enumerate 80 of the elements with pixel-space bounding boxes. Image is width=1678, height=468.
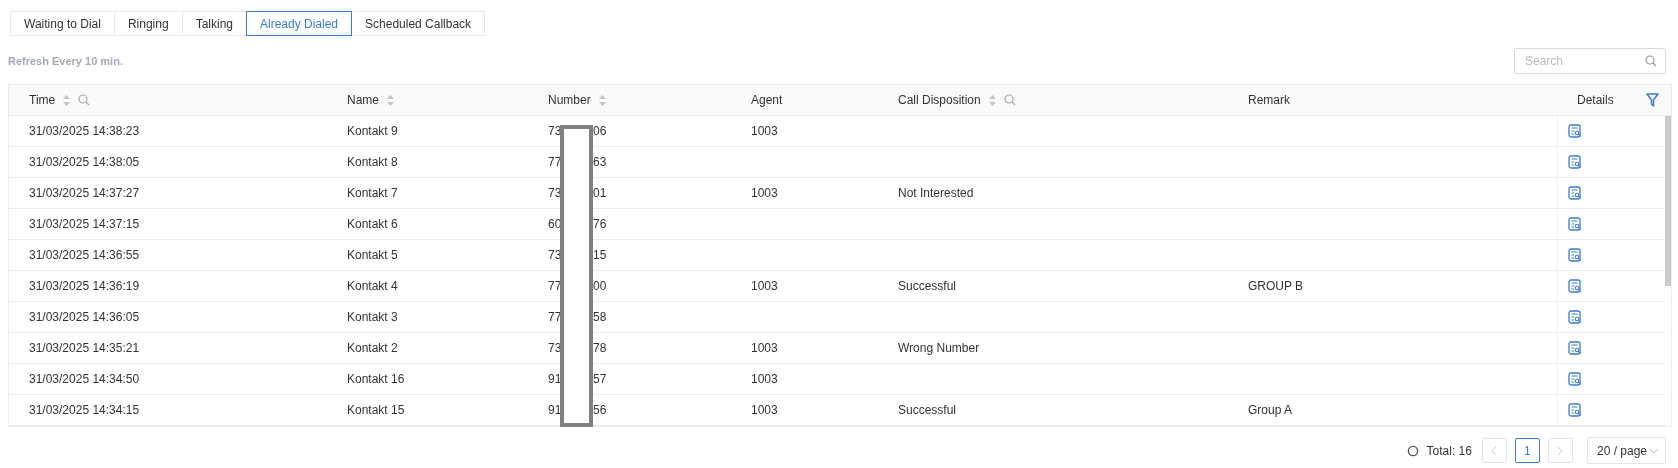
details-icon[interactable] bbox=[1568, 403, 1582, 417]
table-cell: Kontakt 2 bbox=[347, 341, 398, 355]
table-cell: 1003 bbox=[751, 279, 778, 293]
table-cell: 00 bbox=[593, 279, 607, 293]
caret-icon bbox=[1649, 447, 1659, 454]
table-cell: 06 bbox=[593, 124, 607, 138]
column-header: Time bbox=[29, 93, 56, 107]
table-cell: Wrong Number bbox=[898, 341, 980, 355]
table-cell: 31/03/2025 14:36:19 bbox=[29, 279, 140, 293]
table-cell: 31/03/2025 14:34:50 bbox=[29, 372, 140, 386]
table-cell: 56 bbox=[593, 403, 607, 417]
details-icon[interactable] bbox=[1568, 217, 1582, 231]
table-cell: Kontakt 16 bbox=[347, 372, 405, 386]
table-cell: 31/03/2025 14:36:55 bbox=[29, 248, 140, 262]
filter-icon[interactable] bbox=[1646, 93, 1659, 107]
table-cell: 31/03/2025 14:38:05 bbox=[29, 155, 140, 169]
search-field[interactable]: Search bbox=[1514, 48, 1666, 74]
details-icon[interactable] bbox=[1568, 248, 1582, 262]
table-cell: Not Interested bbox=[898, 186, 974, 200]
table-cell: Kontakt 3 bbox=[347, 310, 398, 324]
table-cell: 1003 bbox=[751, 341, 778, 355]
details-icon[interactable] bbox=[1568, 124, 1582, 138]
column-header: Agent bbox=[751, 93, 783, 107]
table-cell: 31/03/2025 14:37:15 bbox=[29, 217, 140, 231]
details-icon[interactable] bbox=[1568, 310, 1582, 324]
details-icon[interactable] bbox=[1568, 279, 1582, 293]
table-cell: 31/03/2025 14:36:05 bbox=[29, 310, 140, 324]
table-cell: Successful bbox=[898, 279, 957, 293]
total-count: Total: 16 bbox=[1426, 443, 1472, 458]
chevron-left-icon bbox=[1491, 445, 1498, 456]
search-icon[interactable] bbox=[78, 94, 91, 106]
column-header: Number bbox=[548, 93, 591, 107]
table-cell: 31/03/2025 14:34:15 bbox=[29, 403, 140, 417]
table-cell: Kontakt 9 bbox=[347, 124, 398, 138]
tab[interactable]: Scheduled Callback bbox=[351, 11, 486, 36]
tab[interactable]: Talking bbox=[181, 11, 247, 36]
table-cell: Kontakt 6 bbox=[347, 217, 398, 231]
table-cell: 1003 bbox=[751, 372, 778, 386]
table-cell: 15 bbox=[593, 248, 607, 262]
table-cell: Successful bbox=[898, 403, 957, 417]
table-cell: 91 bbox=[548, 403, 562, 417]
table-cell: Kontakt 5 bbox=[347, 248, 398, 262]
scrollbar[interactable] bbox=[1665, 116, 1671, 286]
search-icon[interactable] bbox=[1003, 94, 1016, 106]
table-cell: 31/03/2025 14:38:23 bbox=[29, 124, 140, 138]
details-icon[interactable] bbox=[1568, 341, 1582, 355]
table-cell: 63 bbox=[593, 155, 607, 169]
tab[interactable]: Ringing bbox=[113, 11, 183, 36]
table-cell: 57 bbox=[593, 372, 607, 386]
table-cell: Kontakt 8 bbox=[347, 155, 398, 169]
page-button[interactable]: 1 bbox=[1514, 438, 1540, 463]
table-cell: Kontakt 7 bbox=[347, 186, 398, 200]
details-icon[interactable] bbox=[1568, 186, 1582, 200]
column-header: Remark bbox=[1248, 93, 1290, 107]
table-cell: Kontakt 4 bbox=[347, 279, 398, 293]
search-icon bbox=[1645, 55, 1657, 67]
table-cell: 1003 bbox=[751, 403, 778, 417]
table-cell: 58 bbox=[593, 310, 607, 324]
column-header: Details bbox=[1577, 93, 1614, 107]
column-header: Call Disposition bbox=[898, 93, 981, 107]
chevron-right-icon bbox=[1557, 445, 1564, 456]
tab[interactable]: Waiting to Dial bbox=[10, 11, 115, 36]
table-cell: 31/03/2025 14:37:27 bbox=[29, 186, 140, 200]
page-size-select[interactable]: 20 / page bbox=[1586, 437, 1666, 464]
table-cell: 1003 bbox=[751, 124, 778, 138]
tab[interactable]: Already Dialed bbox=[246, 11, 353, 36]
refresh-note: Refresh Every 10 min. bbox=[8, 55, 123, 67]
table-cell: 31/03/2025 14:35:21 bbox=[29, 341, 140, 355]
table-cell: 91 bbox=[548, 372, 562, 386]
table-cell: 76 bbox=[593, 217, 607, 231]
table-cell: Group A bbox=[1248, 403, 1293, 417]
table-cell: 78 bbox=[593, 341, 607, 355]
table-cell: 01 bbox=[593, 186, 607, 200]
table-cell: Kontakt 15 bbox=[347, 403, 405, 417]
details-icon[interactable] bbox=[1568, 155, 1582, 169]
details-icon[interactable] bbox=[1568, 372, 1582, 386]
table-cell: GROUP B bbox=[1248, 279, 1304, 293]
column-header: Name bbox=[347, 93, 379, 107]
table-cell: 1003 bbox=[751, 186, 778, 200]
refresh-icon[interactable] bbox=[1406, 444, 1419, 457]
